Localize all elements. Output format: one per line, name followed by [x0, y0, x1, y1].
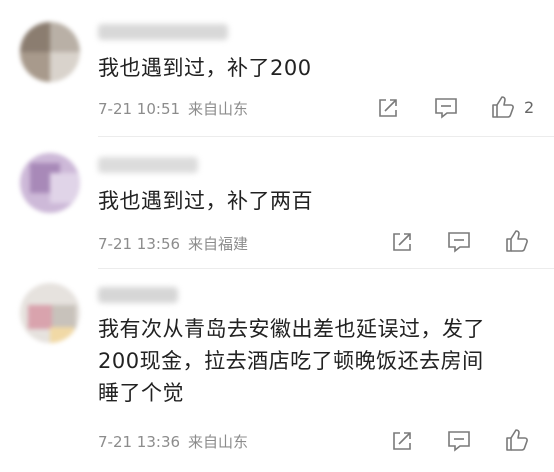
reply-icon: [448, 431, 470, 452]
like-count: 2: [524, 98, 535, 117]
comment-item: 我也遇到过，补了两百 7-21 13:56 来自福建: [0, 137, 554, 268]
comment-date: 7-21 13:56: [98, 235, 181, 253]
username-blurred[interactable]: [98, 287, 178, 303]
username-blurred[interactable]: [98, 157, 198, 173]
like-button[interactable]: [503, 228, 531, 254]
like-button[interactable]: [503, 427, 531, 453]
share-button[interactable]: [388, 229, 416, 255]
comment-meta: 7-21 10:51 来自山东: [98, 98, 248, 119]
comment-text: 我也遇到过，补了两百: [98, 189, 313, 213]
comment-item: 我有次从青岛去安徽出差也延误过，发了200现金，拉去酒店吃了顿晚饭还去房间睡了个…: [0, 269, 554, 472]
comment-item: 我也遇到过，补了200 7-21 10:51 来自山东 2: [0, 0, 554, 145]
avatar[interactable]: [20, 153, 80, 213]
thumbs-up-icon: [492, 96, 514, 118]
comment-date: 7-21 13:36: [98, 433, 181, 451]
comment-location: 来自福建: [188, 235, 249, 253]
thumbs-up-icon: [506, 230, 528, 252]
comment-text: 我有次从青岛去安徽出差也延误过，发了200现金，拉去酒店吃了顿晚饭还去房间睡了个…: [98, 317, 485, 405]
avatar[interactable]: [20, 283, 80, 343]
comment-meta: 7-21 13:56 来自福建: [98, 233, 248, 254]
comment-date: 7-21 10:51: [98, 100, 181, 118]
reply-button[interactable]: [432, 95, 460, 121]
thumbs-up-icon: [506, 429, 528, 451]
share-button[interactable]: [374, 95, 402, 121]
reply-icon: [448, 232, 470, 253]
share-icon: [393, 432, 411, 450]
share-button[interactable]: [388, 428, 416, 454]
comment-text: 我也遇到过，补了200: [98, 56, 312, 80]
reply-icon: [435, 98, 457, 119]
username-blurred[interactable]: [98, 24, 228, 40]
like-button[interactable]: [489, 94, 517, 120]
reply-button[interactable]: [445, 229, 473, 255]
share-icon: [393, 233, 411, 251]
avatar[interactable]: [20, 22, 80, 82]
comment-location: 来自山东: [188, 433, 249, 451]
comment-location: 来自山东: [188, 100, 249, 118]
share-icon: [379, 99, 397, 117]
comment-meta: 7-21 13:36 来自山东: [98, 431, 248, 452]
reply-button[interactable]: [445, 428, 473, 454]
